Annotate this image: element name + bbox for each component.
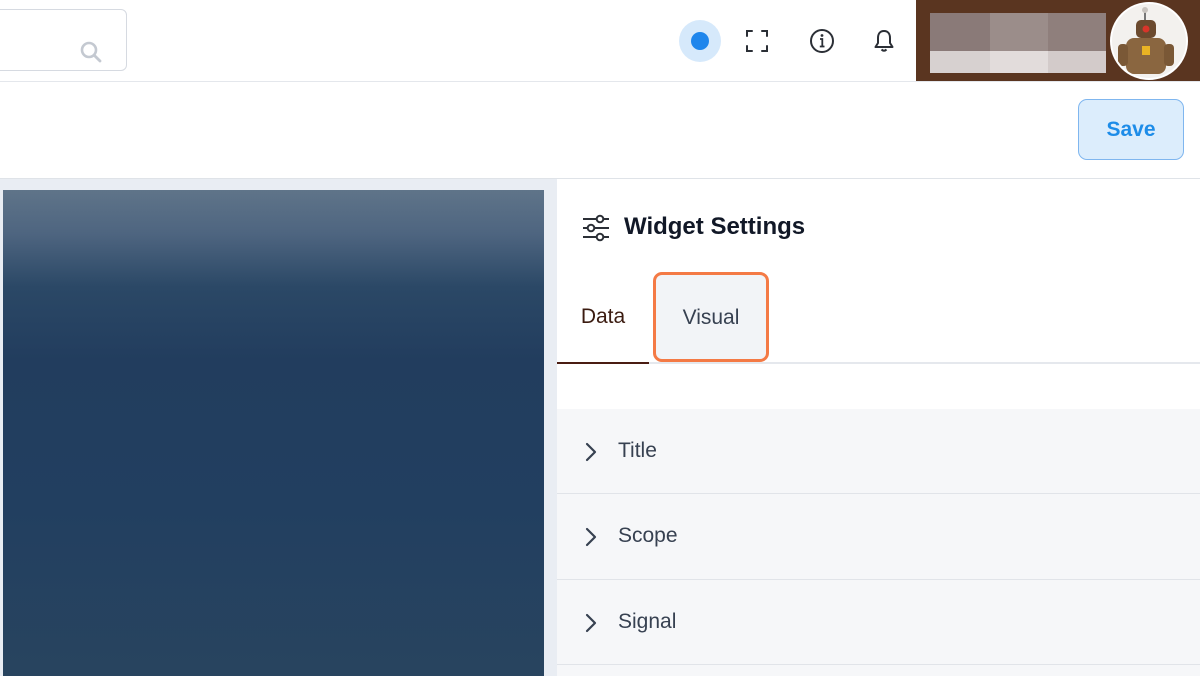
settings-sections: Title Scope Signal: [557, 409, 1200, 676]
tab-visual[interactable]: Visual: [653, 272, 769, 362]
tab-data[interactable]: Data: [557, 269, 649, 364]
editor-toolbar: Save: [0, 82, 1200, 179]
section-title[interactable]: Title: [557, 409, 1200, 494]
chevron-right-icon: [585, 613, 597, 633]
section-signal[interactable]: Signal: [557, 580, 1200, 665]
chevron-right-icon: [585, 527, 597, 547]
search-icon[interactable]: [79, 40, 103, 64]
redacted-username: [930, 13, 1106, 73]
search-box[interactable]: [0, 9, 127, 71]
sliders-icon: [583, 214, 609, 242]
widget-settings-panel: Widget Settings Data Visual Title Scope …: [557, 179, 1200, 676]
top-bar: [0, 0, 1200, 82]
widget-preview[interactable]: [3, 190, 544, 676]
fullscreen-icon[interactable]: [742, 26, 772, 56]
section-scope[interactable]: Scope: [557, 494, 1200, 580]
status-dot-icon: [691, 32, 709, 50]
avatar[interactable]: [1110, 2, 1188, 80]
settings-tabs: Data Visual: [557, 269, 1200, 364]
status-indicator-button[interactable]: [679, 20, 721, 62]
section-label: Title: [618, 439, 657, 462]
search-input[interactable]: [3, 20, 77, 62]
robot-avatar-icon: [1118, 7, 1174, 74]
chevron-right-icon: [585, 442, 597, 462]
save-button[interactable]: Save: [1078, 99, 1184, 160]
panel-title: Widget Settings: [624, 213, 806, 240]
section-label: Scope: [618, 524, 678, 547]
section-label: Signal: [618, 610, 677, 633]
dashboard-canvas: [0, 179, 557, 676]
info-icon[interactable]: [807, 26, 837, 56]
bell-icon[interactable]: [869, 26, 899, 56]
